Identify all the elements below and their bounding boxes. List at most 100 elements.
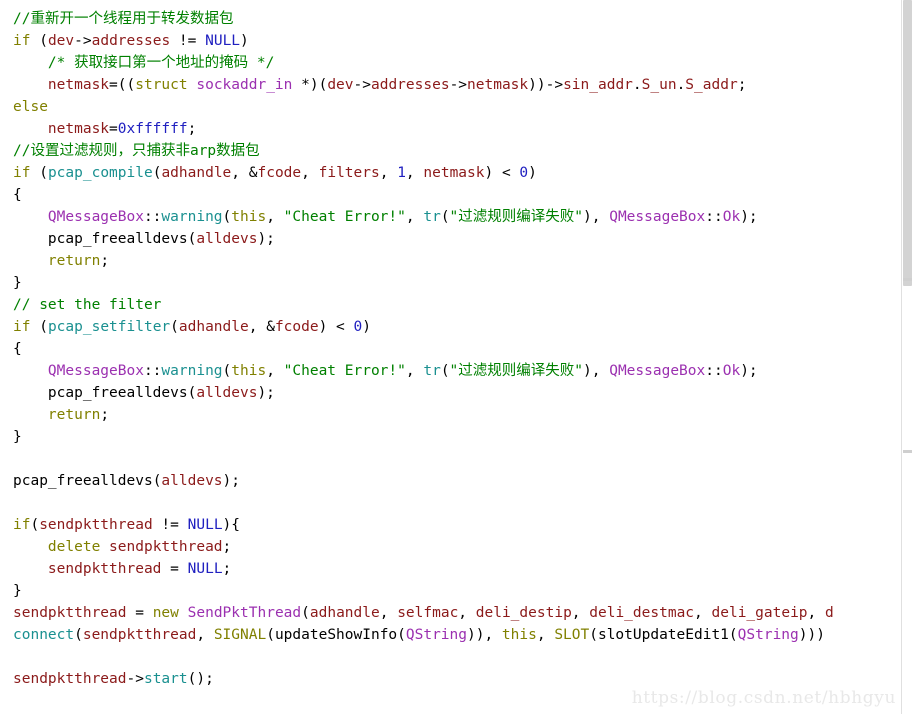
code-token: NULL [187,561,223,577]
code-token: ); [257,231,275,247]
code-line: pcap_freealldevs(alldevs); [0,382,912,404]
scrollbar-mark [903,449,912,453]
code-token: SendPktThread [187,605,302,621]
code-token: // set the filter [13,297,162,313]
code-token: start [143,671,188,687]
code-token: sendpktthread [109,539,223,555]
code-token: , [405,165,424,181]
code-token: pcap_freealldevs [47,231,188,247]
code-token: ( [222,363,232,379]
code-token: pcap_freealldevs [47,385,188,401]
code-token: } [13,275,22,291]
code-token: Ok [722,209,741,225]
code-token: adhandle [161,165,232,181]
code-token: SIGNAL [213,627,267,643]
code-token: addresses [370,77,450,93]
code-line: // set the filter [0,294,912,316]
code-token: != [152,517,188,533]
code-token: "过滤规则编译失败" [449,209,584,225]
code-token: ) [362,319,371,335]
code-token: , [379,165,398,181]
code-token: S_un [641,77,677,93]
code-token: NULL [205,33,241,49]
code-token: warning [161,363,223,379]
code-token: , & [231,165,258,181]
code-token: /* 获取接口第一个地址的掩码 */ [47,55,275,71]
code-token: , [458,605,476,621]
code-token: new [152,605,179,621]
code-token: . [632,77,642,93]
csdn-watermark: https://blog.csdn.net/hbhgyu [631,688,896,708]
code-line: return; [0,404,912,426]
code-token: "Cheat Error!" [283,363,406,379]
code-token: :: [143,209,162,225]
code-token: sendpktthread [82,627,197,643]
scrollbar-mark [903,278,912,282]
code-line: if (pcap_setfilter(adhandle, &fcode) < 0… [0,316,912,338]
code-token: ) [240,33,249,49]
code-token: , [571,605,590,621]
code-token: dev [327,77,354,93]
scrollbar-thumb[interactable] [903,0,912,286]
code-token: "过滤规则编译失败" [449,363,584,379]
code-token: sin_addr [563,77,633,93]
code-token: , [266,363,284,379]
code-token: ( [301,605,310,621]
code-token: if [13,517,31,533]
code-line: } [0,580,912,602]
code-line: if (pcap_compile(adhandle, &fcode, filte… [0,162,912,184]
code-token: return [47,253,101,269]
code-token: 1 [397,165,406,181]
code-line: if (dev->addresses != NULL) [0,30,912,52]
code-line: delete sendpktthread; [0,536,912,558]
code-token: adhandle [178,319,249,335]
code-token: sendpktthread [39,517,153,533]
code-token: *)( [292,77,328,93]
code-token: NULL [187,517,223,533]
code-line: /* 获取接口第一个地址的掩码 */ [0,52,912,74]
code-token: ) < [484,165,520,181]
code-token: , [694,605,712,621]
code-token: = [126,605,153,621]
code-token: S_addr [685,77,738,93]
code-token: (); [187,671,214,687]
code-token: ( [30,33,48,49]
code-token: //重新开一个线程用于转发数据包 [13,11,234,27]
code-token: != [170,33,206,49]
code-token: QString [737,627,799,643]
code-token: } [13,583,22,599]
code-token: ( [74,627,83,643]
source-code-listing[interactable]: //重新开一个线程用于转发数据包 if (dev->addresses != NU… [0,0,912,690]
code-line: { [0,184,912,206]
code-token: sendpktthread [13,671,127,687]
code-token: pcap_setfilter [47,319,171,335]
code-line: } [0,426,912,448]
code-token: ( [440,209,450,225]
code-line: connect(sendpktthread, SIGNAL(updateShow… [0,624,912,646]
code-line: pcap_freealldevs(alldevs); [0,228,912,250]
code-token: =(( [109,77,136,93]
code-token: ; [187,121,197,137]
code-token: -> [126,671,144,687]
code-token: updateShowInfo [274,627,398,643]
code-token: addresses [91,33,171,49]
vertical-scrollbar[interactable] [901,0,912,714]
code-token: ) < [318,319,354,335]
code-token: QMessageBox [47,363,144,379]
code-token: = [161,561,188,577]
code-token: , [536,627,555,643]
code-token: tr [423,209,441,225]
code-token: ; [222,561,232,577]
code-line: sendpktthread->start(); [0,668,912,690]
code-line: } [0,272,912,294]
code-token: ( [728,627,738,643]
code-token: this [231,209,267,225]
code-token: , [379,605,398,621]
code-token: deli_destip [475,605,572,621]
code-token: ); [222,473,240,489]
